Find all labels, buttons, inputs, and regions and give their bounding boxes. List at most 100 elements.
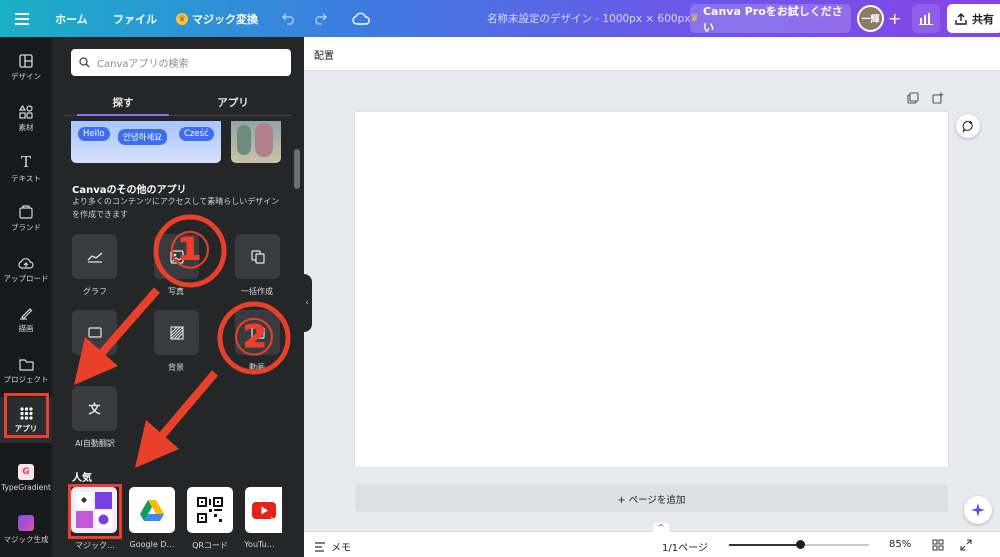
zoom-level[interactable]: 85% — [889, 539, 911, 550]
duplicate-page-icon[interactable] — [907, 92, 919, 107]
grid-view-icon[interactable] — [932, 539, 944, 554]
translate-banner[interactable]: Hello 안녕하세요 Cześć — [71, 121, 221, 163]
rail-typegradient[interactable]: G TypeGradient — [0, 455, 52, 501]
add-collaborator-icon[interactable]: + — [888, 0, 901, 37]
share-button[interactable]: 共有 — [947, 4, 1000, 33]
notes-button[interactable]: メモ — [314, 539, 351, 554]
rail-draw[interactable]: 描画 — [0, 297, 52, 343]
app-partial[interactable] — [72, 310, 117, 355]
annotation-highlight-apps — [4, 393, 49, 438]
rail-text-label: テキスト — [11, 173, 41, 183]
app-bulk-create-label: 一括作成 — [241, 287, 273, 296]
rail-draw-label: 描画 — [18, 324, 34, 333]
banner-bubble-hello: Hello — [78, 127, 110, 141]
app-ai-translate-label: AI自動翻訳 — [75, 439, 115, 448]
annotation-highlight-magic-app — [68, 484, 122, 539]
chevron-right-icon[interactable]: › — [270, 512, 275, 526]
rail-elements[interactable]: 素材 — [0, 96, 52, 142]
zoom-slider[interactable] — [729, 540, 869, 549]
context-toolbar: 配置 — [304, 37, 1000, 71]
redo-icon[interactable] — [313, 0, 327, 37]
app-graph[interactable] — [72, 234, 117, 279]
popular-google-drive[interactable] — [129, 487, 175, 533]
app-photo-label: 写真 — [168, 287, 184, 296]
magic-assistant-icon[interactable] — [964, 496, 992, 524]
line-chart-icon — [87, 252, 102, 263]
annotation-number-one: ① — [167, 221, 213, 281]
text-t-icon: T — [20, 152, 31, 171]
magic-switch-label: マジック変換 — [192, 12, 258, 26]
app-background-label: 背景 — [168, 363, 184, 372]
magic-gen-icon — [18, 515, 34, 531]
tab-explore[interactable]: 探す — [77, 95, 169, 111]
tree-scene-banner[interactable] — [231, 121, 281, 163]
comment-icon[interactable] — [956, 114, 980, 138]
hatch-pattern-icon — [169, 325, 184, 340]
zoom-slider-handle[interactable] — [796, 540, 805, 549]
app-ai-translate[interactable]: 文 — [72, 386, 117, 431]
tree-shape — [237, 125, 251, 155]
folder-icon — [18, 358, 34, 371]
banner-bubble-polish: Cześć — [179, 127, 214, 141]
menu-icon[interactable] — [15, 0, 29, 37]
fullscreen-icon[interactable] — [960, 539, 972, 554]
magic-switch-button[interactable]: ♛ マジック変換 — [176, 0, 258, 37]
panel-scrollbar[interactable] — [294, 149, 300, 189]
brand-icon — [19, 205, 33, 219]
rail-text[interactable]: T テキスト — [0, 146, 52, 192]
rail-projects[interactable]: プロジェクト — [0, 348, 52, 394]
share-label: 共有 — [972, 12, 994, 26]
search-icon — [79, 57, 90, 68]
rail-elements-label: 素材 — [18, 123, 34, 132]
apps-panel: Canvaアプリの検索 探す アプリ Hello 안녕하세요 Cześć Can… — [52, 37, 304, 557]
popular-qr-code-label: QRコード — [192, 541, 228, 550]
app-search-input[interactable]: Canvaアプリの検索 — [71, 49, 291, 76]
analytics-icon[interactable] — [912, 4, 940, 33]
position-button[interactable]: 配置 — [314, 47, 334, 62]
home-menu[interactable]: ホーム — [55, 0, 88, 37]
popular-youtube-label: YouTu… — [244, 540, 275, 549]
undo-icon[interactable] — [282, 0, 296, 37]
design-page[interactable] — [355, 112, 948, 467]
top-bar: ホーム ファイル ♛ マジック変換 名称未設定のデザイン - 1000px × … — [0, 0, 1000, 37]
rail-design[interactable]: デザイン — [0, 45, 52, 91]
app-bulk-create[interactable] — [235, 234, 280, 279]
cloud-upload-icon — [18, 258, 34, 269]
translate-icon: 文 — [88, 402, 101, 416]
tab-apps[interactable]: アプリ — [187, 95, 279, 111]
rail-magic-gen[interactable]: マジック生成 — [0, 507, 52, 553]
collapse-panel-handle[interactable]: ‹ — [302, 274, 312, 332]
bulk-copy-icon — [250, 249, 265, 264]
chevron-up-icon[interactable]: ^ — [653, 523, 669, 533]
app-background[interactable] — [154, 310, 199, 355]
add-page-button[interactable]: + ページを追加 — [355, 485, 948, 512]
cloud-save-icon[interactable] — [352, 0, 370, 37]
upload-share-icon — [955, 12, 967, 25]
notes-icon — [315, 541, 325, 552]
design-title[interactable]: 名称未設定のデザイン - 1000px × 600px — [487, 0, 690, 37]
popular-youtube[interactable] — [245, 487, 282, 533]
popular-google-drive-label: Google D… — [129, 540, 175, 549]
rail-design-label: デザイン — [11, 72, 41, 81]
search-placeholder: Canvaアプリの検索 — [97, 59, 189, 70]
rail-brand[interactable]: ブランド — [0, 196, 52, 242]
file-menu[interactable]: ファイル — [113, 0, 157, 37]
chevron-left-icon: ‹ — [305, 298, 309, 308]
banner-bubble-korean: 안녕하세요 — [118, 129, 168, 145]
shapes-icon — [19, 105, 33, 119]
google-drive-icon — [140, 499, 164, 521]
active-tab-indicator — [77, 114, 169, 116]
rail-typegradient-label: TypeGradient — [1, 483, 51, 492]
canva-pro-trial-button[interactable]: ♛ Canva Proをお試しください — [690, 4, 851, 34]
pro-trial-label: Canva Proをお試しください — [702, 4, 843, 34]
rail-upload[interactable]: アップロード — [0, 247, 52, 293]
add-page-icon[interactable] — [932, 92, 944, 107]
qr-code-icon — [197, 497, 223, 523]
avatar[interactable]: 一輝 — [857, 5, 884, 32]
page-indicator[interactable]: 1/1ページ — [662, 539, 708, 554]
more-apps-title: Canvaのその他のアプリ — [72, 185, 187, 196]
popular-title: 人気 — [72, 473, 92, 484]
rail-upload-label: アップロード — [3, 274, 49, 283]
popular-qr-code[interactable] — [187, 487, 233, 533]
typegradient-icon: G — [18, 464, 34, 480]
